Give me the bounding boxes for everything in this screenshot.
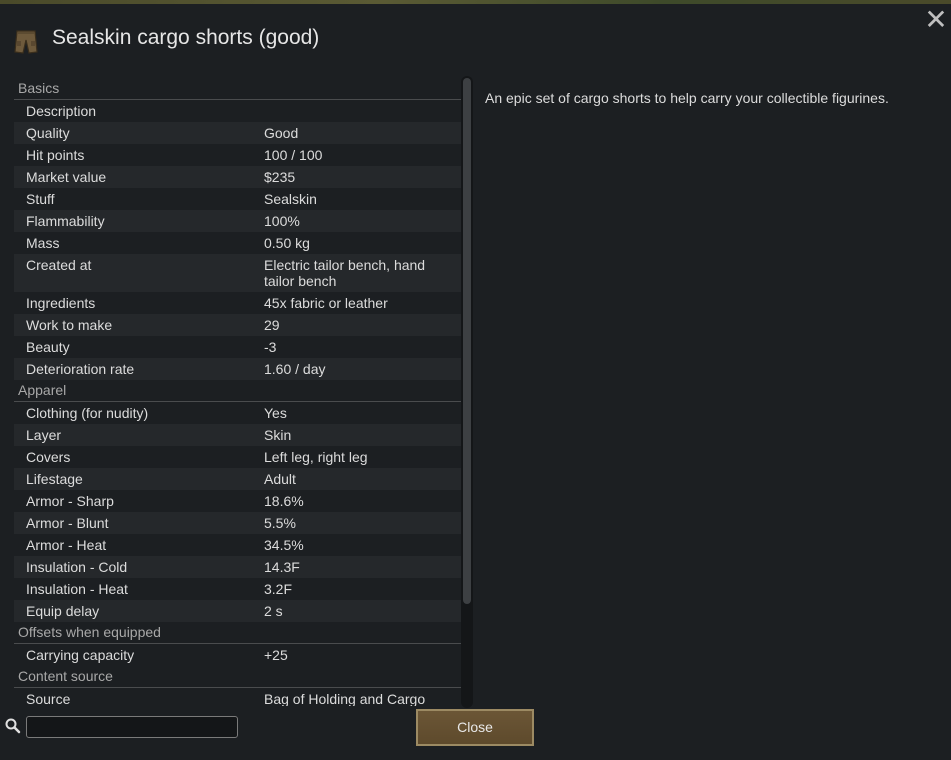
stat-value: 29 [264, 317, 280, 333]
stat-label: Layer [26, 427, 62, 443]
stat-label: Carrying capacity [26, 647, 135, 663]
stat-row[interactable]: Armor - Sharp 18.6% [14, 490, 462, 512]
stat-label: Insulation - Cold [26, 559, 128, 575]
stat-row[interactable]: Lifestage Adult [14, 468, 462, 490]
stat-label: Beauty [26, 339, 70, 355]
stat-row[interactable]: Ingredients 45x fabric or leather [14, 292, 462, 314]
stat-value: 100 / 100 [264, 147, 323, 163]
stat-label: Hit points [26, 147, 85, 163]
stat-row[interactable]: Market value $235 [14, 166, 462, 188]
stat-value: Yes [264, 405, 287, 421]
stat-row[interactable]: Armor - Heat 34.5% [14, 534, 462, 556]
stat-value: Adult [264, 471, 296, 487]
cargo-shorts-icon [14, 30, 38, 54]
stat-value: 14.3F [264, 559, 300, 575]
stats-scrollbar[interactable] [461, 76, 473, 708]
info-dialog: Sealskin cargo shorts (good) ✕ Basics Des… [0, 4, 951, 760]
search-input[interactable] [26, 716, 238, 738]
dialog-title: Sealskin cargo shorts (good) [52, 26, 320, 49]
stat-label: Market value [26, 169, 107, 185]
stat-value: 0.50 kg [264, 235, 310, 251]
stat-value [264, 103, 444, 119]
stat-label: Quality [26, 125, 70, 141]
stat-value: Skin [264, 427, 292, 443]
stat-label: Armor - Sharp [26, 493, 114, 509]
stat-value: Left leg, right leg [264, 449, 368, 465]
stat-row[interactable]: Insulation - Cold 14.3F [14, 556, 462, 578]
stat-label: Mass [26, 235, 60, 251]
stat-label: Armor - Heat [26, 537, 107, 553]
stat-label: Deterioration rate [26, 361, 135, 377]
stat-row[interactable]: Description [14, 100, 462, 122]
stat-label: Equip delay [26, 603, 100, 619]
stat-value: 34.5% [264, 537, 304, 553]
stat-label: Stuff [26, 191, 55, 207]
stat-row[interactable]: Armor - Blunt 5.5% [14, 512, 462, 534]
stat-value: Good [264, 125, 299, 141]
item-description: An epic set of cargo shorts to help carr… [485, 90, 889, 106]
close-icon[interactable]: ✕ [924, 6, 948, 34]
stat-row[interactable]: Equip delay 2 s [14, 600, 462, 622]
stat-value: Bag of Holding and Cargo [264, 691, 426, 706]
stat-row[interactable]: Carrying capacity +25 [14, 644, 462, 666]
stat-value: 18.6% [264, 493, 304, 509]
section-header: Content source [14, 666, 462, 688]
stat-value: 2 s [264, 603, 283, 619]
stat-row[interactable]: Mass 0.50 kg [14, 232, 462, 254]
stat-row[interactable]: Created at Electric tailor bench, hand ta… [14, 254, 462, 292]
stat-label: Flammability [26, 213, 105, 229]
stat-value: -3 [264, 339, 277, 355]
stat-value: 5.5% [264, 515, 296, 531]
stat-label: Ingredients [26, 295, 96, 311]
stat-row[interactable]: Clothing (for nudity) Yes [14, 402, 462, 424]
section-header: Offsets when equipped [14, 622, 462, 644]
stats-panel[interactable]: Basics Description Quality Good Hit points 10… [14, 78, 462, 706]
stat-row[interactable]: Stuff Sealskin [14, 188, 462, 210]
scrollbar-thumb[interactable] [463, 78, 471, 604]
stat-row[interactable]: Layer Skin [14, 424, 462, 446]
stat-row[interactable]: Beauty -3 [14, 336, 462, 358]
stat-row[interactable]: Source Bag of Holding and Cargo [14, 688, 462, 706]
stat-value: 3.2F [264, 581, 293, 597]
stat-row[interactable]: Hit points 100 / 100 [14, 144, 462, 166]
stat-label: Clothing (for nudity) [26, 405, 149, 421]
stat-value: +25 [264, 647, 288, 663]
stat-label: Armor - Blunt [26, 515, 109, 531]
stat-row[interactable]: Covers Left leg, right leg [14, 446, 462, 468]
stat-label: Work to make [26, 317, 113, 333]
stat-value: $235 [264, 169, 296, 185]
stat-row[interactable]: Work to make 29 [14, 314, 462, 336]
stat-label: Lifestage [26, 471, 83, 487]
stat-value: Electric tailor bench, hand tailor bench [264, 257, 426, 289]
stat-row[interactable]: Deterioration rate 1.60 / day [14, 358, 462, 380]
stat-label: Source [26, 691, 71, 706]
section-header: Basics [14, 78, 462, 100]
close-button[interactable]: Close [416, 709, 534, 746]
section-header: Apparel [14, 380, 462, 402]
stat-label: Description [26, 103, 97, 119]
stat-value: 45x fabric or leather [264, 295, 388, 311]
search-icon [5, 718, 21, 734]
stat-label: Insulation - Heat [26, 581, 128, 597]
stat-value: 100% [264, 213, 300, 229]
stat-label: Created at [26, 257, 92, 273]
stat-row[interactable]: Flammability 100% [14, 210, 462, 232]
stat-row[interactable]: Quality Good [14, 122, 462, 144]
stat-row[interactable]: Insulation - Heat 3.2F [14, 578, 462, 600]
stat-value: Sealskin [264, 191, 317, 207]
stat-value: 1.60 / day [264, 361, 326, 377]
stat-label: Covers [26, 449, 71, 465]
